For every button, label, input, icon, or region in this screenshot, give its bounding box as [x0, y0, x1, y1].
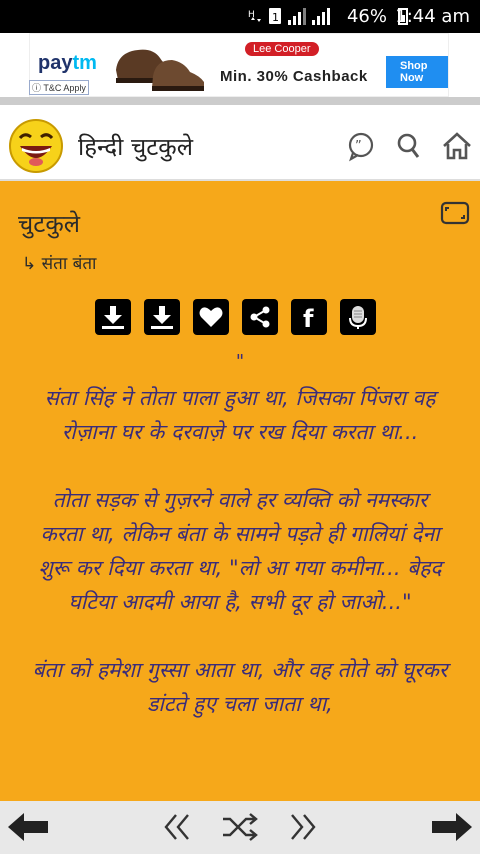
status-icons: H 1: [248, 7, 330, 25]
clock: 1:44 am: [395, 6, 470, 27]
bottom-nav: [0, 801, 480, 854]
heart-icon: [199, 307, 223, 327]
svg-text:f: f: [303, 305, 314, 330]
download-button[interactable]: [95, 299, 131, 335]
shoe-image: [116, 49, 204, 91]
fullscreen-icon[interactable]: [440, 201, 470, 225]
ad-content[interactable]: paytm Lee Cooper Min. 30% Cashback Shop …: [29, 33, 449, 97]
ad-offer-text: Min. 30% Cashback: [220, 68, 368, 85]
category-title: चुटकुले: [18, 210, 81, 238]
download-icon: [151, 306, 173, 329]
joke-paragraph: संता सिंह ने तोता पाला हुआ था, जिसका पिं…: [44, 386, 436, 444]
joke-paragraph: बंता को हमेशा गुस्सा आता था, और वह तोते …: [32, 658, 448, 716]
joke-content: चुटकुले ↳ संता बंता f " संता सिंह ने तोत…: [0, 181, 480, 801]
lee-cooper-logo: Lee Cooper: [245, 42, 319, 56]
status-bar: H 1 46% 1:44 am: [0, 0, 480, 33]
laughing-face-logo: [9, 119, 63, 173]
subcategory-arrow-icon: ↳: [22, 254, 37, 274]
battery-percentage: 46%: [346, 6, 387, 27]
joke-text: संता सिंह ने तोता पाला हुआ था, जिसका पिं…: [30, 381, 450, 755]
shop-now-button[interactable]: Shop Now: [386, 56, 448, 88]
facebook-icon: f: [303, 305, 314, 330]
share-icon: [250, 306, 270, 328]
download-icon: [102, 306, 124, 329]
search-icon[interactable]: [392, 129, 426, 163]
quote-mark: ": [235, 351, 245, 372]
last-double-chevron-icon[interactable]: [286, 809, 320, 845]
microphone-icon: [349, 306, 367, 329]
feedback-icon[interactable]: ”: [344, 129, 378, 163]
paytm-logo: paytm: [38, 52, 97, 74]
joke-paragraph: तोता सड़क से गुज़रने वाले हर व्यक्ति को …: [38, 488, 442, 614]
data-transfer-icon: H: [248, 10, 261, 22]
info-icon: ⓘ: [32, 83, 42, 93]
svg-text:1: 1: [272, 11, 279, 24]
next-arrow-icon[interactable]: [430, 809, 474, 845]
download-image-button[interactable]: [144, 299, 180, 335]
speak-button[interactable]: [340, 299, 376, 335]
signal-icon: [288, 7, 306, 25]
share-button[interactable]: [242, 299, 278, 335]
app-title: हिन्दी चुटकुले: [78, 133, 194, 161]
shuffle-icon[interactable]: [220, 809, 260, 845]
previous-arrow-icon[interactable]: [6, 809, 50, 845]
signal-icon-2: [312, 7, 330, 25]
subcategory[interactable]: ↳ संता बंता: [22, 251, 96, 274]
favorite-button[interactable]: [193, 299, 229, 335]
home-icon[interactable]: [440, 129, 474, 163]
svg-text:”: ”: [355, 139, 362, 154]
subcategory-label: संता बंता: [41, 254, 97, 274]
first-double-chevron-icon[interactable]: [160, 809, 194, 845]
app-bar: हिन्दी चुटकुले ”: [0, 105, 480, 181]
facebook-button[interactable]: f: [291, 299, 327, 335]
action-toolbar: f: [95, 299, 376, 335]
sim-icon: 1: [269, 8, 281, 24]
ad-info-badge[interactable]: ⓘ T&C Apply: [29, 80, 89, 95]
divider: [0, 97, 480, 105]
